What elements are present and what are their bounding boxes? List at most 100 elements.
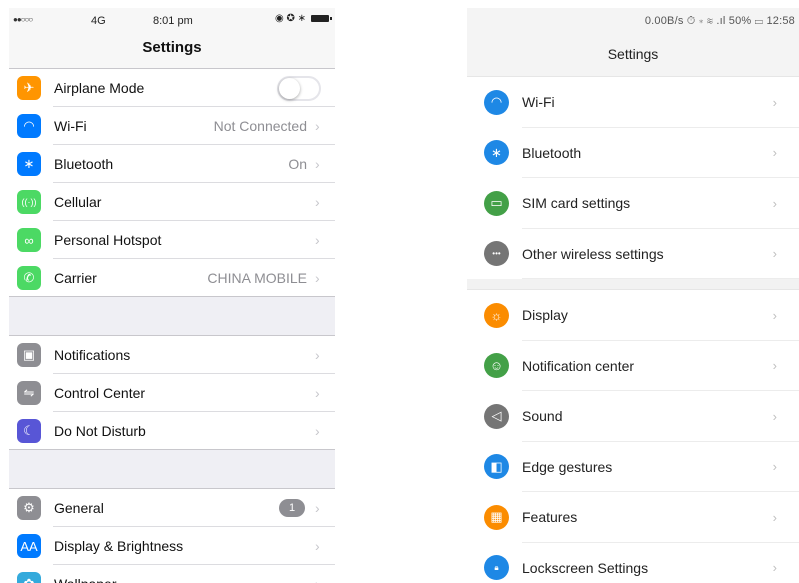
update-badge: 1 bbox=[279, 499, 305, 517]
settings-row-label: Wi-Fi bbox=[522, 94, 555, 111]
chevron-right-icon: › bbox=[772, 246, 777, 262]
more-icon: ••• bbox=[484, 241, 509, 267]
settings-row-label: Wi-Fi bbox=[54, 118, 87, 134]
settings-row-value: Not Connected bbox=[213, 118, 307, 134]
chevron-right-icon: › bbox=[315, 385, 320, 401]
network-type: 4G bbox=[91, 15, 106, 27]
chevron-right-icon: › bbox=[772, 560, 777, 576]
ios-settings-screen: ●●○○○ 4G 8:01 pm ◉ ✪ ∗ Settings ✈ Airplan… bbox=[9, 8, 335, 583]
chevron-right-icon: › bbox=[315, 118, 320, 134]
settings-row-label: Personal Hotspot bbox=[54, 232, 162, 248]
settings-group: ⚙ General 1 › AA Display & Brightness › ✿ Wallpa… bbox=[9, 489, 335, 583]
settings-row-label: Carrier bbox=[54, 270, 97, 286]
android-status-bar: 0.00B/s ⏱ ∗ ≋ .ıl 50% ▭ 12:58 bbox=[467, 8, 799, 34]
settings-row-label: Control Center bbox=[54, 385, 146, 401]
sim-card-icon: ▭ bbox=[484, 190, 509, 216]
settings-row-label: Wallpaper bbox=[54, 576, 315, 583]
brightness-icon: ☼ bbox=[484, 302, 509, 328]
battery-icon bbox=[311, 15, 332, 22]
airplane-icon: ✈ bbox=[17, 76, 41, 100]
chevron-right-icon: › bbox=[315, 156, 320, 172]
chevron-right-icon: › bbox=[315, 576, 323, 583]
settings-row-wi-fi[interactable]: ◠ Wi-Fi Not Connected › bbox=[9, 107, 335, 145]
settings-row-label: Airplane Mode bbox=[54, 80, 145, 96]
settings-row-label: Do Not Disturb bbox=[54, 423, 146, 439]
settings-row-notification-center[interactable]: ☺ Notification center › bbox=[467, 340, 799, 391]
gear-icon: ⚙ bbox=[17, 496, 41, 520]
section-spacer bbox=[467, 279, 799, 289]
airplane-mode-toggle[interactable] bbox=[277, 75, 321, 101]
settings-row-do-not-disturb[interactable]: ☾ Do Not Disturb › bbox=[9, 412, 335, 450]
chevron-right-icon: › bbox=[772, 358, 777, 374]
settings-row-other-wireless-settings[interactable]: ••• Other wireless settings › bbox=[467, 228, 799, 279]
status-text: 0.00B/s ⏱ ∗ ≋ .ıl 50% ▭ 12:58 bbox=[644, 15, 795, 27]
status-icons: ◉ ✪ ∗ bbox=[274, 13, 306, 24]
settings-row-label: Display & Brightness bbox=[54, 538, 184, 554]
chevron-right-icon: › bbox=[772, 509, 777, 525]
settings-group: ☼ Display › ☺ Notification center › ◁ Sound › ◧ Ed… bbox=[467, 289, 799, 583]
settings-row-label: Cellular bbox=[54, 194, 102, 210]
edge-gestures-icon: ◧ bbox=[484, 454, 509, 480]
bluetooth-icon: ∗ bbox=[484, 140, 509, 166]
wifi-icon: ◠ bbox=[17, 114, 41, 138]
settings-row-label: SIM card settings bbox=[522, 195, 631, 212]
bluetooth-icon: ∗ bbox=[17, 152, 41, 176]
chevron-right-icon: › bbox=[315, 347, 320, 363]
lock-icon: 🔒︎ bbox=[484, 555, 509, 581]
ios-status-bar: ●●○○○ 4G 8:01 pm ◉ ✪ ∗ bbox=[9, 8, 335, 34]
settings-row-features[interactable]: ▦ Features › bbox=[467, 492, 799, 543]
settings-row-airplane-mode[interactable]: ✈ Airplane Mode bbox=[9, 69, 335, 107]
android-settings-list: ◠ Wi-Fi › ∗ Bluetooth › ▭ SIM card settings › •••… bbox=[467, 76, 799, 583]
settings-row-lockscreen-settings[interactable]: 🔒︎ Lockscreen Settings › bbox=[467, 542, 799, 583]
chevron-right-icon: › bbox=[772, 145, 777, 161]
settings-row-value: CHINA MOBILE bbox=[207, 270, 307, 286]
settings-row-sound[interactable]: ◁ Sound › bbox=[467, 391, 799, 442]
settings-row-general[interactable]: ⚙ General 1 › bbox=[9, 489, 335, 527]
settings-row-carrier[interactable]: ✆ Carrier CHINA MOBILE › bbox=[9, 259, 335, 297]
settings-row-label: Sound bbox=[522, 408, 563, 425]
chevron-right-icon: › bbox=[315, 423, 320, 439]
settings-row-label: Other wireless settings bbox=[522, 245, 664, 262]
settings-row-cellular[interactable]: ((·)) Cellular › bbox=[9, 183, 335, 221]
settings-row-wi-fi[interactable]: ◠ Wi-Fi › bbox=[467, 77, 799, 128]
settings-row-label: Bluetooth bbox=[522, 144, 582, 161]
section-spacer bbox=[9, 450, 335, 489]
page-title: Settings bbox=[467, 34, 799, 76]
android-settings-screen: 0.00B/s ⏱ ∗ ≋ .ıl 50% ▭ 12:58 Settings ◠… bbox=[467, 8, 799, 583]
settings-row-label: Bluetooth bbox=[54, 156, 114, 172]
settings-row-bluetooth[interactable]: ∗ Bluetooth › bbox=[467, 127, 799, 178]
settings-row-label: Notifications bbox=[54, 347, 131, 363]
status-time: 8:01 pm bbox=[153, 15, 193, 27]
chevron-right-icon: › bbox=[315, 270, 320, 286]
display-brightness-icon: AA bbox=[17, 534, 41, 558]
settings-row-label: Features bbox=[522, 509, 578, 526]
chevron-right-icon: › bbox=[772, 459, 777, 475]
settings-row-bluetooth[interactable]: ∗ Bluetooth On › bbox=[9, 145, 335, 183]
page-title: Settings bbox=[9, 34, 335, 69]
chevron-right-icon: › bbox=[315, 538, 320, 554]
settings-row-display[interactable]: ☼ Display › bbox=[467, 290, 799, 341]
phone-icon: ✆ bbox=[17, 266, 41, 290]
status-right-icons: ◉ ✪ ∗ bbox=[274, 13, 332, 24]
settings-group: ◠ Wi-Fi › ∗ Bluetooth › ▭ SIM card settings › •••… bbox=[467, 76, 799, 279]
settings-row-notifications[interactable]: ▣ Notifications › bbox=[9, 336, 335, 374]
section-spacer bbox=[9, 297, 335, 336]
ios-settings-list: ✈ Airplane Mode ◠ Wi-Fi Not Connected › ∗ Bluet… bbox=[9, 69, 335, 583]
control-center-icon: ⇋ bbox=[17, 381, 41, 405]
settings-row-display-brightness[interactable]: AA Display & Brightness › bbox=[9, 527, 335, 565]
chevron-right-icon: › bbox=[315, 500, 320, 516]
settings-row-sim-card-settings[interactable]: ▭ SIM card settings › bbox=[467, 178, 799, 229]
signal-strength-icon: ●●○○○ bbox=[13, 15, 33, 24]
settings-row-label: Lockscreen Settings bbox=[522, 559, 649, 576]
settings-row-label: Notification center bbox=[522, 357, 635, 374]
settings-row-control-center[interactable]: ⇋ Control Center › bbox=[9, 374, 335, 412]
settings-group: ✈ Airplane Mode ◠ Wi-Fi Not Connected › ∗ Bluet… bbox=[9, 69, 335, 297]
cellular-icon: ((·)) bbox=[17, 190, 41, 214]
settings-row-personal-hotspot[interactable]: ∞ Personal Hotspot › bbox=[9, 221, 335, 259]
hotspot-icon: ∞ bbox=[17, 228, 41, 252]
notifications-icon: ▣ bbox=[17, 343, 41, 367]
settings-row-wallpaper[interactable]: ✿ Wallpaper› bbox=[9, 565, 335, 583]
settings-row-edge-gestures[interactable]: ◧ Edge gestures › bbox=[467, 441, 799, 492]
wifi-icon: ◠ bbox=[484, 89, 509, 115]
chevron-right-icon: › bbox=[315, 194, 320, 210]
